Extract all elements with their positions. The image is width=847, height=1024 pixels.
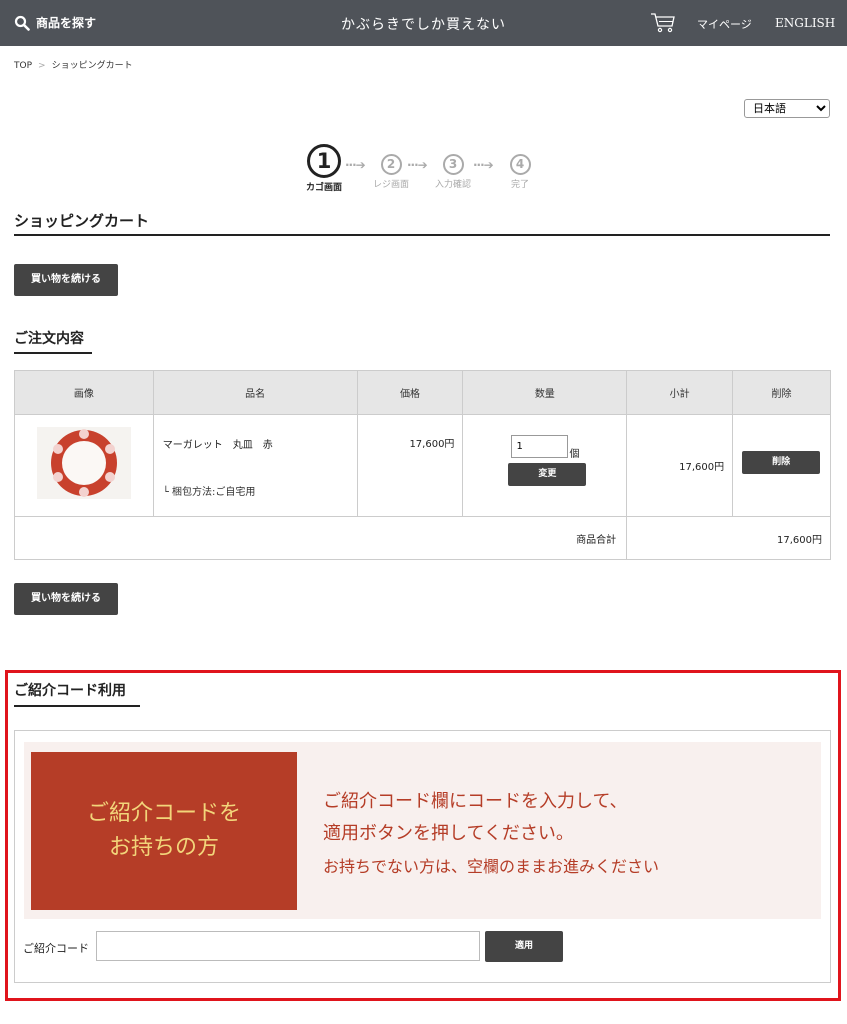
- wrap-method: └ 梱包方法:ご自宅用: [162, 487, 256, 498]
- total-value: 17,600円: [626, 516, 831, 560]
- referral-banner-instructions: ご紹介コード欄にコードを入力して、 適用ボタンを押してください。 お持ちでない方…: [323, 786, 659, 882]
- continue-shopping-button[interactable]: 買い物を続ける: [14, 264, 118, 296]
- product-name-cell: マーガレット 丸皿 赤 └ 梱包方法:ご自宅用: [152, 414, 358, 517]
- site-header: 商品を探す かぶらきでしか買えない マイページ ENGLISH: [0, 0, 847, 46]
- mypage-link[interactable]: マイページ: [697, 16, 752, 32]
- breadcrumb: TOP > ショッピングカート: [14, 58, 133, 71]
- cart-table: 画像 品名 価格 数量 小計 削除 マーガレット 丸皿 赤 └ 梱包方法:ご自宅…: [13, 370, 831, 560]
- product-image-cell: [14, 414, 154, 517]
- step-number: 3: [442, 154, 464, 175]
- column-header-quantity: 数量: [462, 370, 628, 415]
- total-row: 商品合計 17,600円: [13, 516, 831, 560]
- referral-banner-heading: ご紹介コードを お持ちの方: [31, 752, 297, 910]
- column-header-subtotal: 小計: [626, 370, 734, 415]
- step-number: 4: [509, 154, 531, 175]
- section-underline: [14, 705, 140, 707]
- step-confirm: 3 入力確認: [431, 144, 475, 190]
- banner-instruction-line: 適用ボタンを押してください。: [323, 823, 574, 844]
- apply-button[interactable]: 適用: [485, 931, 563, 962]
- breadcrumb-top-link[interactable]: TOP: [14, 61, 32, 71]
- table-header-row: 画像 品名 価格 数量 小計 削除: [14, 370, 831, 415]
- price-cell: 17,600円: [356, 414, 464, 517]
- banner-heading-line: お持ちの方: [108, 835, 219, 860]
- column-header-image: 画像: [14, 370, 154, 415]
- referral-code-label: ご紹介コード: [23, 942, 89, 955]
- referral-section-title: ご紹介コード利用: [14, 683, 126, 699]
- quantity-input[interactable]: [511, 435, 569, 458]
- step-arrow-icon: ···➔: [345, 158, 366, 172]
- product-image[interactable]: [37, 427, 131, 499]
- total-label: 商品合計: [13, 516, 628, 560]
- banner-instruction-line: お持ちでない方は、空欄のままお進みください: [323, 857, 660, 876]
- english-link[interactable]: ENGLISH: [775, 16, 835, 30]
- column-header-price: 価格: [356, 370, 464, 415]
- column-header-delete: 削除: [732, 370, 831, 415]
- step-label: 完了: [510, 180, 529, 190]
- change-quantity-button[interactable]: 変更: [508, 463, 587, 486]
- step-label: レジ画面: [372, 180, 409, 190]
- quantity-unit: 個: [569, 449, 580, 460]
- page-title: ショッピングカート: [14, 212, 150, 230]
- subtotal-cell: 17,600円: [626, 414, 734, 517]
- plate-icon: [51, 429, 117, 497]
- step-arrow-icon: ···➔: [473, 158, 494, 172]
- step-arrow-icon: ···➔: [407, 158, 428, 172]
- quantity-cell: 個 変更: [462, 414, 628, 517]
- section-underline: [14, 352, 92, 354]
- language-select[interactable]: 日本語: [744, 99, 830, 118]
- delete-cell: 削除: [732, 414, 831, 517]
- banner-heading-line: ご紹介コードを: [86, 801, 241, 826]
- order-section-title: ご注文内容: [14, 331, 84, 347]
- step-label: 入力確認: [434, 180, 471, 190]
- step-number: 1: [307, 144, 341, 178]
- cart-icon: [651, 13, 675, 33]
- cart-link[interactable]: [650, 12, 676, 37]
- delete-item-button[interactable]: 削除: [742, 451, 821, 474]
- referral-code-input[interactable]: [96, 931, 480, 961]
- title-divider: [14, 234, 830, 236]
- breadcrumb-separator: >: [38, 61, 46, 71]
- product-name: マーガレット 丸皿 赤: [162, 440, 273, 451]
- step-complete: 4 完了: [503, 144, 537, 190]
- table-row: マーガレット 丸皿 赤 └ 梱包方法:ご自宅用 17,600円 個 変更 17,…: [14, 414, 831, 517]
- step-register: 2 レジ画面: [371, 144, 411, 190]
- step-cart: 1 カゴ画面: [303, 144, 345, 193]
- banner-instruction-line: ご紹介コード欄にコードを入力して、: [323, 791, 628, 812]
- breadcrumb-current: ショッピングカート: [51, 61, 133, 71]
- column-header-name: 品名: [152, 370, 358, 415]
- continue-shopping-button[interactable]: 買い物を続ける: [14, 583, 118, 615]
- step-label: カゴ画面: [305, 183, 342, 193]
- step-number: 2: [380, 154, 402, 175]
- checkout-steps: 1 カゴ画面 ···➔ 2 レジ画面 ···➔ 3 入力確認 ···➔ 4 完了: [303, 144, 543, 194]
